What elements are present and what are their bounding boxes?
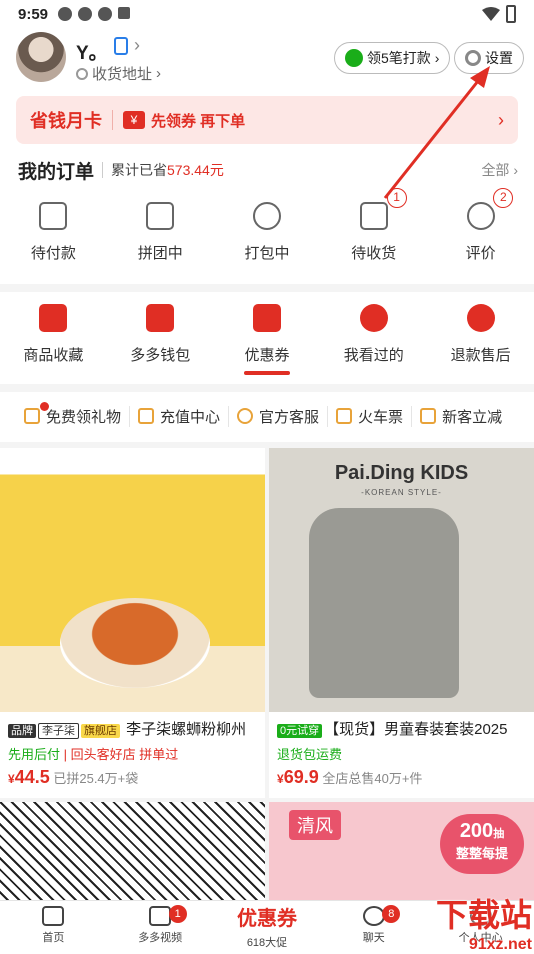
status-bar: 9:59 [0,0,534,28]
truck-icon [360,202,388,230]
ticket-icon [253,304,281,332]
product-price: ¥44.5 已拼25.4万+袋 [0,763,265,788]
share-icon [146,202,174,230]
wechat-payout-label: 领5笔打款 [367,48,431,68]
video-icon [149,906,171,926]
tab-home[interactable]: 首页 [0,901,107,950]
profile-header: Y。 › 收货地址 › 领5笔打款 › 设置 [16,32,526,92]
notification-icon [98,7,112,21]
wallet-button[interactable]: 多多钱包 [107,298,214,380]
bag-icon [39,304,67,332]
order-status-row: 待付款 拼团中 打包中 1 待收货 2 评价 [0,196,534,272]
shipping-address-link[interactable]: 收货地址 › [76,63,161,84]
order-to-receive[interactable]: 1 待收货 [320,196,427,272]
notification-icon [78,7,92,21]
chevron-right-icon: › [498,110,504,131]
notification-icon [118,7,130,19]
coupons-button[interactable]: 优惠券 [214,298,321,380]
product-title: 品牌李子柒旗舰店 李子柒螺蛳粉柳州 [0,712,265,739]
recharge-center-link[interactable]: 充值中心 [130,406,229,427]
gift-icon [24,408,40,424]
tab-badge: 1 [169,905,187,923]
status-notification-icons [58,7,130,21]
train-icon [336,408,352,424]
month-card-title: 省钱月卡 [30,107,102,133]
product-card[interactable]: Pai.Ding KIDS -KOREAN STYLE- 0元试穿【现货】男童春… [269,448,534,798]
customer-service-link[interactable]: 官方客服 [229,406,328,427]
status-time: 9:59 [18,6,48,23]
clock-icon [253,202,281,230]
product-feed: 品牌李子柒旗舰店 李子柒螺蛳粉柳州 先用后付 | 回头客好店 拼单过 ¥44.5… [0,442,534,902]
saved-total: 累计已省573.44元 [111,160,224,180]
product-title: 0元试穿【现货】男童春装套装2025 [269,712,534,739]
wechat-payout-button[interactable]: 领5笔打款 › [334,42,450,74]
gear-icon [465,50,481,66]
product-price: ¥69.9 全店总售40万+件 [269,763,534,788]
user-name[interactable]: Y。 [76,38,108,65]
tab-chat[interactable]: 8 聊天 [320,901,427,950]
product-image [0,448,265,712]
order-badge: 2 [493,188,513,208]
recharge-icon [138,408,154,424]
orders-header: 我的订单 累计已省573.44元 全部 › [18,155,518,185]
tab-video[interactable]: 1 多多视频 [107,901,214,950]
product-image: Pai.Ding KIDS -KOREAN STYLE- [269,448,534,712]
home-icon [42,906,64,926]
new-customer-discount-link[interactable]: 新客立减 [412,406,510,427]
product-subtitle: 先用后付 | 回头客好店 拼单过 [0,739,265,763]
chevron-right-icon: › [134,35,140,56]
service-shortcuts: 免费领礼物 充值中心 官方客服 火车票 新客立减 [0,398,534,434]
notification-dot [40,402,49,411]
avatar[interactable] [16,32,66,82]
settings-label: 设置 [485,48,513,68]
location-icon [76,68,88,80]
refund-icon [467,304,495,332]
chevron-right-icon: › [435,50,440,66]
history-button[interactable]: 我看过的 [320,298,427,380]
battery-icon [506,5,516,23]
tab-coupons[interactable]: 优惠券 618大促 [214,901,321,950]
watermark-logo: 下载站 91xz.net [432,890,532,948]
orders-title: 我的订单 [18,157,94,184]
order-review[interactable]: 2 评价 [427,196,534,272]
month-card-text: 先领券 再下单 [151,110,245,131]
tab-badge: 8 [382,905,400,923]
coupon-icon: ¥ [123,111,145,129]
review-icon [467,202,495,230]
order-group-buying[interactable]: 拼团中 [107,196,214,272]
phone-icon[interactable] [114,37,128,55]
new-icon [420,408,436,424]
order-badge: 1 [387,188,407,208]
notification-icon [58,7,72,21]
headset-icon [237,408,253,424]
footprint-icon [360,304,388,332]
wechat-icon [345,49,363,67]
chevron-right-icon: › [156,65,161,82]
savings-month-card-banner[interactable]: 省钱月卡 ¥ 先领券 再下单 › [16,96,518,144]
wallet-icon [39,202,67,230]
order-packing[interactable]: 打包中 [214,196,321,272]
train-ticket-link[interactable]: 火车票 [328,406,412,427]
refund-button[interactable]: 退款售后 [427,298,534,380]
settings-button[interactable]: 设置 [454,42,524,74]
product-image [0,802,265,902]
wallet-heart-icon [146,304,174,332]
wifi-icon [482,7,500,21]
product-subtitle: 退货包运费 [269,739,534,763]
all-orders-link[interactable]: 全部 › [481,160,518,180]
product-card[interactable]: 清风 200抽整整每提 [269,802,534,902]
address-label: 收货地址 [92,63,152,84]
order-pending-payment[interactable]: 待付款 [0,196,107,272]
product-card[interactable]: 品牌李子柒旗舰店 李子柒螺蛳粉柳州 先用后付 | 回头客好店 拼单过 ¥44.5… [0,448,265,798]
selected-indicator [244,371,290,375]
product-card[interactable] [0,802,265,902]
product-image: 清风 200抽整整每提 [269,802,534,902]
tools-row: 商品收藏 多多钱包 优惠券 我看过的 退款售后 [0,298,534,380]
favorites-button[interactable]: 商品收藏 [0,298,107,380]
free-gift-link[interactable]: 免费领礼物 [16,406,130,427]
